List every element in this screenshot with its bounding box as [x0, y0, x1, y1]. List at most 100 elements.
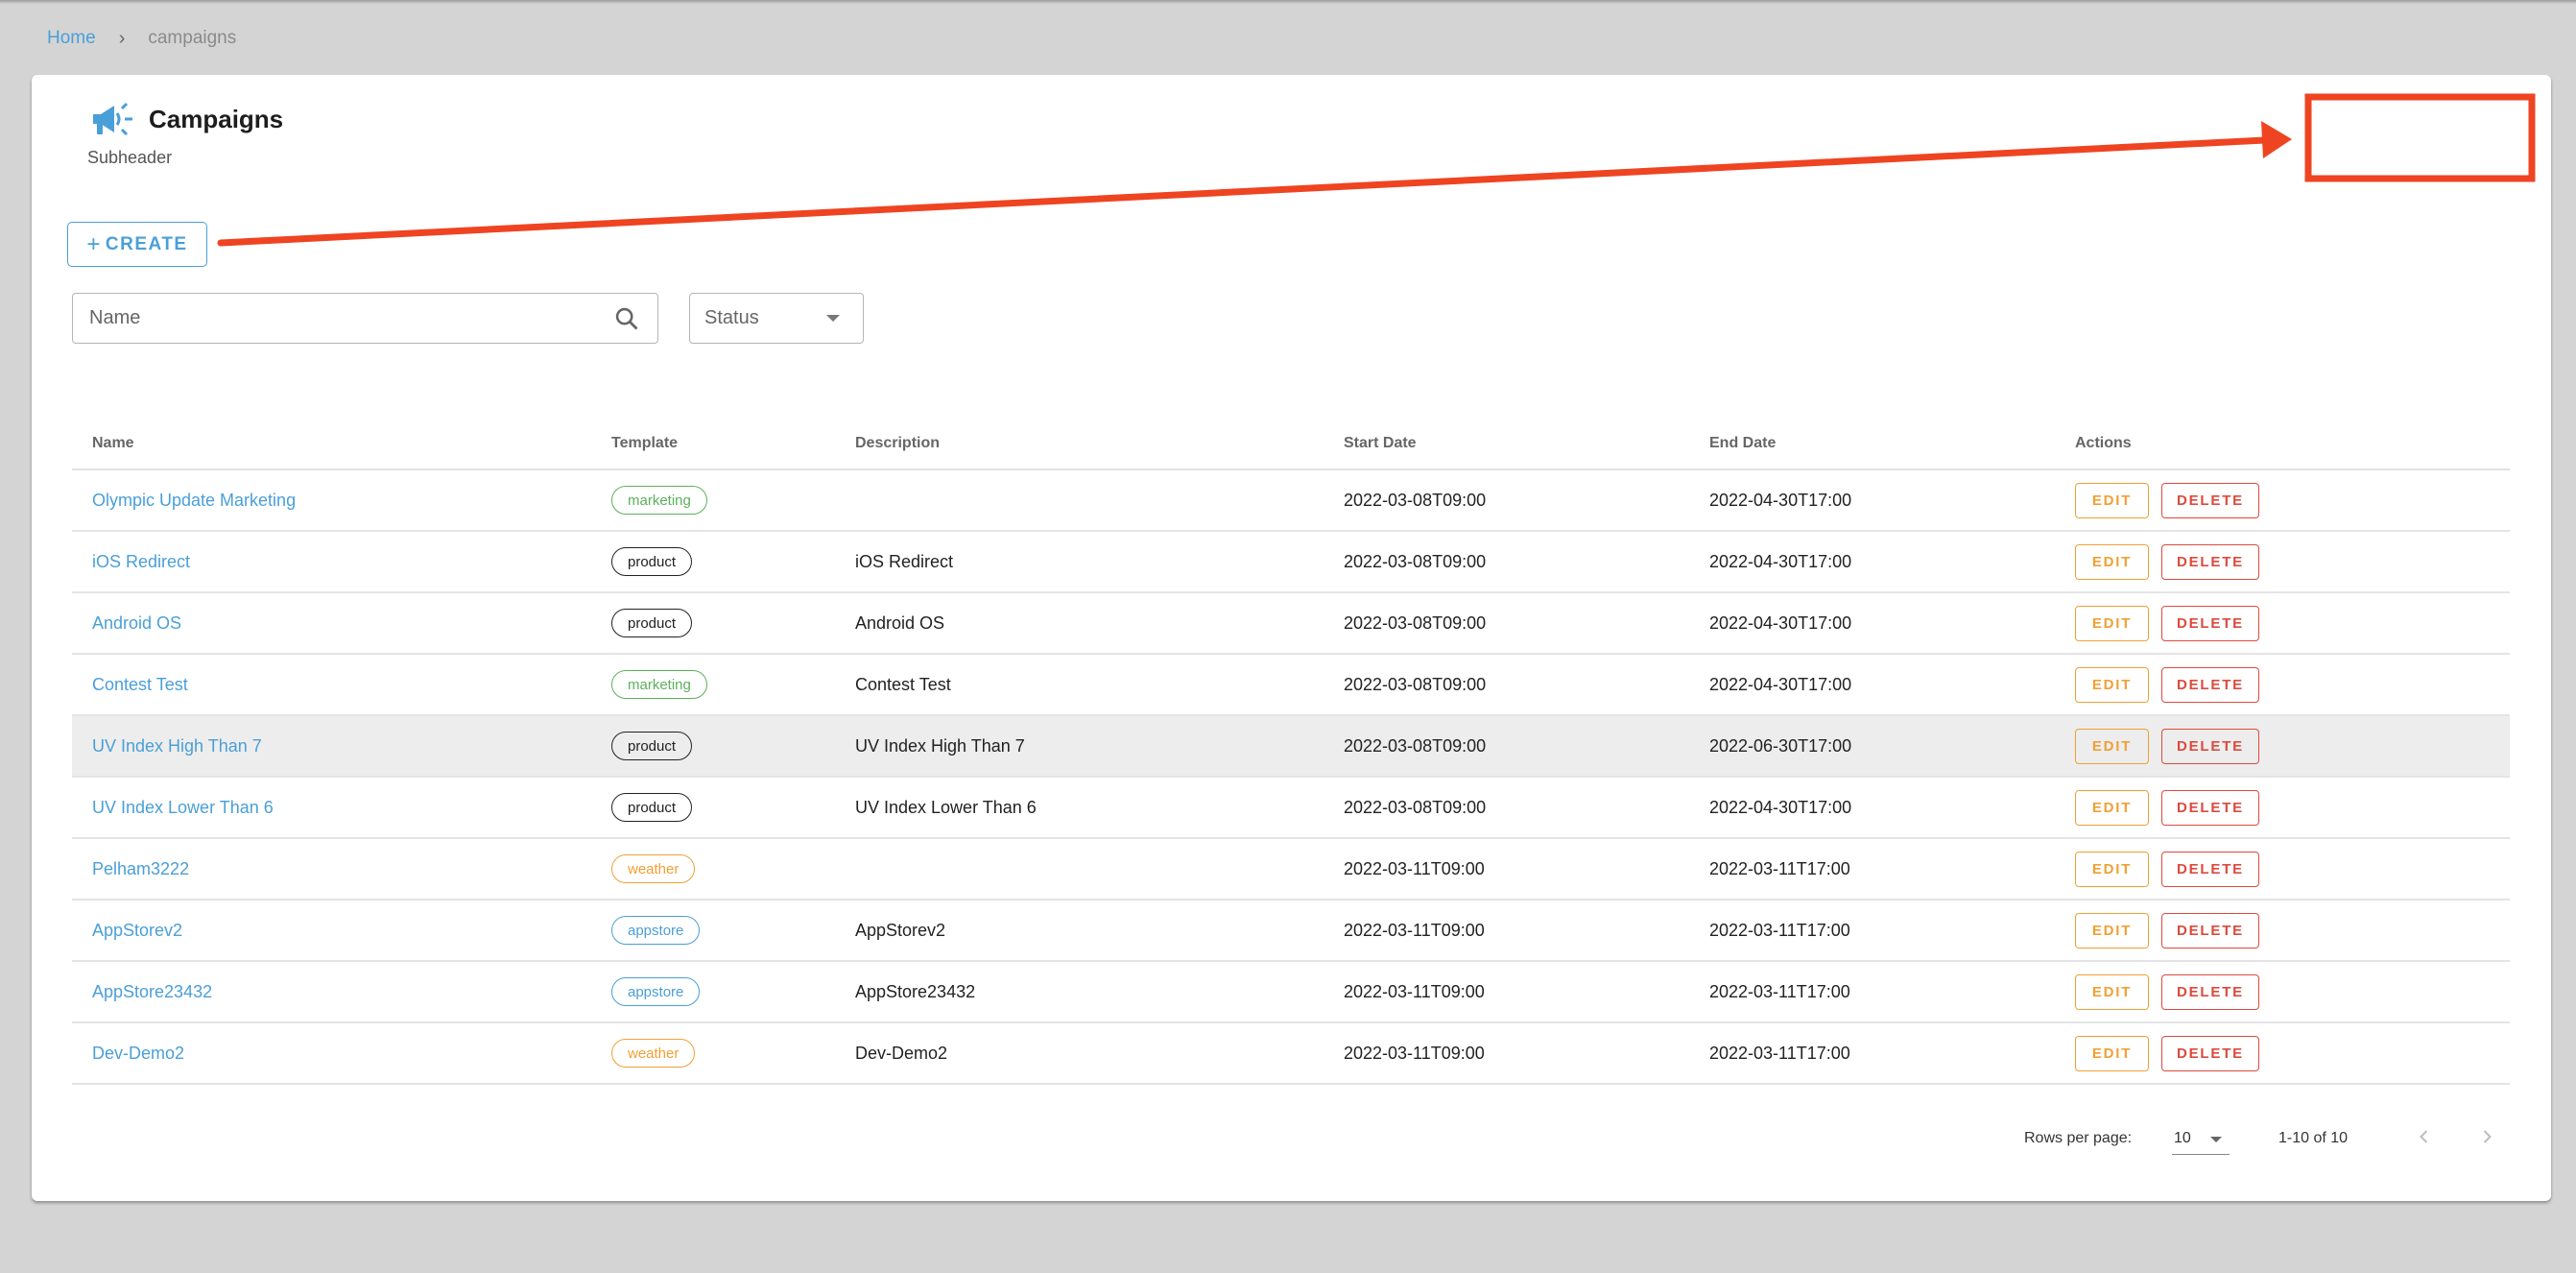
page-header: Campaigns [91, 102, 283, 136]
name-cell: AppStorev2 [92, 901, 182, 960]
campaign-name-link[interactable]: UV Index High Than 7 [92, 736, 262, 757]
delete-button[interactable]: DELETE [2161, 543, 2259, 580]
table-row[interactable]: AppStore23432 appstore AppStore23432 2022-0… [72, 962, 2510, 1023]
breadcrumb-home-link[interactable]: Home [47, 28, 96, 49]
edit-button[interactable]: EDIT [2075, 605, 2149, 641]
actions-cell: EDIT DELETE [2075, 962, 2259, 1021]
caret-down-icon [826, 315, 840, 322]
delete-button[interactable]: DELETE [2161, 482, 2259, 518]
create-button[interactable]: + CREATE [67, 222, 207, 267]
start-date-cell: 2022-03-08T09:00 [1344, 797, 1487, 817]
column-header-template: Template [611, 435, 679, 451]
status-select-label: Status [704, 307, 759, 328]
table-row[interactable]: UV Index Lower Than 6 product UV Index Low… [72, 778, 2510, 839]
end-date-cell: 2022-03-11T17:00 [1709, 858, 1850, 878]
actions-cell: EDIT DELETE [2075, 901, 2259, 960]
description-cell: AppStorev2 [855, 920, 946, 940]
template-chip: weather [611, 1039, 696, 1068]
table-row[interactable]: AppStorev2 appstore AppStorev2 2022-03-11T0… [72, 901, 2510, 962]
campaign-name-link[interactable]: iOS Redirect [92, 552, 190, 572]
chevron-right-icon: › [118, 27, 126, 49]
campaign-name-link[interactable]: Dev-Demo2 [92, 1044, 184, 1064]
table-row[interactable]: Olympic Update Marketing marketing 2022-03… [72, 470, 2510, 532]
rows-per-page-value: 10 [2174, 1130, 2191, 1146]
campaign-name-link[interactable]: Olympic Update Marketing [92, 491, 296, 511]
template-chip: marketing [611, 486, 707, 515]
table-row[interactable]: UV Index High Than 7 product UV Index High… [72, 716, 2510, 778]
campaign-name-link[interactable]: UV Index Lower Than 6 [92, 798, 274, 818]
pagination-range: 1-10 of 10 [2278, 1130, 2349, 1146]
start-date-cell: 2022-03-11T09:00 [1344, 920, 1485, 940]
table-header: Name Template Description Start Date End… [72, 413, 2510, 470]
status-select[interactable]: Status [689, 293, 864, 344]
start-date-cell: 2022-03-11T09:00 [1344, 981, 1485, 1001]
previous-page-button[interactable] [2403, 1116, 2445, 1158]
campaign-name-link[interactable]: Contest Test [92, 675, 188, 695]
delete-button[interactable]: DELETE [2161, 973, 2259, 1010]
rows-per-page-select[interactable]: 10 [2172, 1121, 2230, 1155]
delete-button[interactable]: DELETE [2161, 1035, 2259, 1071]
delete-button[interactable]: DELETE [2161, 666, 2259, 703]
actions-cell: EDIT DELETE [2075, 470, 2259, 530]
delete-button[interactable]: DELETE [2161, 728, 2259, 764]
start-date-cell: 2022-03-08T09:00 [1344, 735, 1487, 756]
edit-button[interactable]: EDIT [2075, 789, 2149, 826]
breadcrumb-current: campaigns [148, 28, 237, 48]
actions-cell: EDIT DELETE [2075, 778, 2259, 837]
campaign-name-link[interactable]: Android OS [92, 613, 181, 634]
name-cell: UV Index High Than 7 [92, 716, 262, 776]
page-title: Campaigns [149, 104, 284, 133]
template-chip: product [611, 609, 693, 637]
edit-button[interactable]: EDIT [2075, 728, 2149, 764]
column-header-description: Description [855, 435, 941, 451]
table-row[interactable]: Contest Test marketing Contest Test 2022-03… [72, 655, 2510, 716]
description-cell: UV Index Lower Than 6 [855, 797, 1037, 817]
name-search-field[interactable] [72, 293, 658, 344]
campaign-name-link[interactable]: AppStore23432 [92, 982, 212, 1002]
description-cell: Contest Test [855, 674, 951, 694]
campaigns-card: Campaigns Subheader + CREATE Status Name… [32, 75, 2551, 1201]
actions-cell: EDIT DELETE [2075, 593, 2259, 653]
template-cell: appstore [611, 901, 701, 960]
table-row[interactable]: Android OS product Android OS 2022-03-08T09… [72, 593, 2510, 655]
end-date-cell: 2022-04-30T17:00 [1709, 612, 1852, 633]
column-header-end-date: End Date [1709, 435, 1777, 451]
rows-per-page-label: Rows per page: [2024, 1130, 2133, 1146]
edit-button[interactable]: EDIT [2075, 1035, 2149, 1071]
end-date-cell: 2022-04-30T17:00 [1709, 797, 1852, 817]
campaign-name-link[interactable]: Pelham3222 [92, 859, 189, 879]
edit-button[interactable]: EDIT [2075, 543, 2149, 580]
column-header-name: Name [92, 435, 134, 451]
edit-button[interactable]: EDIT [2075, 851, 2149, 887]
start-date-cell: 2022-03-08T09:00 [1344, 612, 1487, 633]
delete-button[interactable]: DELETE [2161, 605, 2259, 641]
delete-button[interactable]: DELETE [2161, 912, 2259, 949]
search-icon[interactable] [613, 305, 640, 332]
template-chip: product [611, 793, 693, 822]
edit-button[interactable]: EDIT [2075, 666, 2149, 703]
actions-cell: EDIT DELETE [2075, 839, 2259, 899]
description-cell: Android OS [855, 612, 945, 633]
delete-button[interactable]: DELETE [2161, 789, 2259, 826]
template-chip: appstore [611, 977, 701, 1006]
end-date-cell: 2022-03-11T17:00 [1709, 1043, 1850, 1063]
name-cell: AppStore23432 [92, 962, 212, 1021]
column-header-actions: Actions [2075, 435, 2132, 451]
start-date-cell: 2022-03-08T09:00 [1344, 551, 1487, 571]
name-cell: iOS Redirect [92, 532, 190, 591]
table-row[interactable]: iOS Redirect product iOS Redirect 2022-03-0… [72, 532, 2510, 593]
template-chip: product [611, 732, 693, 760]
table-row[interactable]: Pelham3222 weather 2022-03-11T09:00 2022-03… [72, 839, 2510, 901]
next-page-button[interactable] [2466, 1116, 2508, 1158]
chevron-right-icon [2483, 1130, 2492, 1143]
edit-button[interactable]: EDIT [2075, 912, 2149, 949]
name-search-input[interactable] [87, 306, 613, 330]
template-cell: product [611, 593, 693, 653]
edit-button[interactable]: EDIT [2075, 973, 2149, 1010]
edit-button[interactable]: EDIT [2075, 482, 2149, 518]
table-row[interactable]: Dev-Demo2 weather Dev-Demo2 2022-03-11T09:0… [72, 1023, 2510, 1085]
campaign-name-link[interactable]: AppStorev2 [92, 921, 182, 941]
delete-button[interactable]: DELETE [2161, 851, 2259, 887]
start-date-cell: 2022-03-11T09:00 [1344, 1043, 1485, 1063]
actions-cell: EDIT DELETE [2075, 532, 2259, 591]
